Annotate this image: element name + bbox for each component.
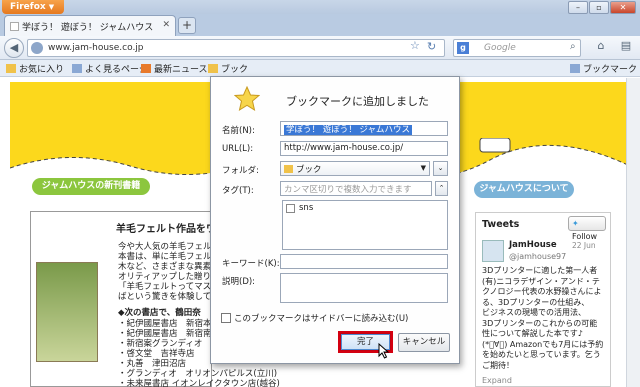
tab-close-icon[interactable]: ✕ [162,20,170,30]
sidebar-checkbox-label[interactable]: このブックマークはサイドバーに読み込む(U) [234,312,408,324]
tags-label: タグ(T): [222,186,254,196]
chevron-down-icon: ▼ [48,3,55,11]
tweet-line: 性について解説した本です♪ [482,329,583,338]
follow-button[interactable]: ✦ Follow [568,216,606,241]
chevron-up-icon: ⌃ [438,184,445,192]
url-label: URL(L): [222,144,254,154]
favicon-icon [10,22,19,31]
bookmark-label: よく見るページ [85,65,148,75]
bookmarks-menu-button[interactable]: ブックマーク [570,62,637,75]
site-identity-icon[interactable] [31,42,43,54]
firefox-menu-button[interactable]: Firefox ▼ [2,0,64,14]
address-bar-url: www.jam-house.co.jp [48,43,144,53]
twitter-bird-icon: ✦ [572,219,579,228]
address-bar[interactable]: www.jam-house.co.jp [27,39,445,57]
tweet-line: ビジネスの現場での活用法、 [482,308,586,317]
folder-label: フォルダ: [222,166,259,176]
window-close-button[interactable]: ✕ [610,1,636,14]
new-tab-button[interactable]: + [178,17,196,34]
bookmark-star-icon [234,86,260,112]
tweets-heading: Tweets [482,219,520,230]
bookmark-label: ブック [221,65,249,75]
chevron-down-icon: ▼ [420,164,426,172]
folder-icon [208,64,218,73]
tweet-body: 3Dプリンターに適した第一人者 (有)ニコラデザイン・アンド・テ クノロジー代表… [482,266,606,371]
folder-select-value: ブック [296,165,322,175]
maximize-button[interactable]: ▫ [589,1,609,14]
tweet-line: クノロジー代表の水野操さんによ [482,287,602,296]
folder-icon [284,165,293,173]
book-cover-image[interactable] [36,262,98,362]
back-button[interactable]: ◀ [4,38,24,58]
tweet-line: (*゚∀゚) Amazonでも7月には予約 [482,339,604,349]
bookmark-label: お気に入り [19,65,65,75]
dialog-title: ブックマークに追加しました [286,95,429,108]
browser-tab[interactable]: 学ぼう！ 遊ぼう！ ジャムハウス ✕ [4,15,176,36]
google-icon[interactable]: g [457,42,469,54]
reload-icon[interactable]: ↻ [427,40,436,53]
new-books-badge[interactable]: ジャムハウスの新刊書籍 [32,178,150,195]
home-icon[interactable]: ⌂ [592,39,610,57]
minimize-button[interactable]: – [568,1,588,14]
bookmark-label: ブックマーク [583,65,638,75]
bookmark-star-icon[interactable]: ☆ [410,39,420,52]
tag-option-label[interactable]: sns [299,203,313,213]
mouse-cursor-icon [378,343,390,359]
bookmarks-menu-icon[interactable]: ▤ [617,39,635,57]
sidebar-checkbox[interactable] [221,313,231,323]
tags-expand-button[interactable]: ⌃ [435,181,448,196]
url-field-value: http://www.jam-house.co.jp/ [284,143,404,153]
firefox-menu-label: Firefox [10,2,46,12]
folder-expand-button[interactable]: ⌄ [433,161,448,176]
tweet-line: 3Dプリンターのこれからの可能 [482,318,598,328]
bookmark-item-favorites[interactable]: お気に入り [6,62,64,75]
tweet-line: ご期待！ [482,360,514,370]
description-label: 説明(D): [222,277,256,287]
cancel-button[interactable]: キャンセル [398,333,450,352]
page-scrollbar[interactable] [626,78,640,387]
folder-select[interactable]: ブック ▼ [280,161,430,176]
chevron-down-icon: ⌄ [437,164,444,172]
follow-label: Follow [572,232,598,241]
bookmark-item-book[interactable]: ブック [208,62,248,75]
search-input[interactable]: Google [453,39,581,57]
book-text-line: ばという驚きを体験してく [118,292,220,302]
about-badge[interactable]: ジャムハウスについて [474,181,574,198]
tab-title: 学ぼう！ 遊ぼう！ ジャムハウス [22,23,154,33]
tweet-user-handle[interactable]: @jamhouse97 [509,252,566,261]
search-icon[interactable]: ⌕ [570,41,576,52]
description-field[interactable] [280,273,448,303]
bookmark-label: 最新ニュース [154,65,208,75]
tweet-user-name[interactable]: JamHouse [509,240,557,250]
url-field[interactable]: http://www.jam-house.co.jp/ [280,141,448,156]
gear-icon [72,64,82,73]
bookmark-item-news[interactable]: 最新ニュース [141,62,208,75]
rss-icon [141,64,151,73]
tweet-line: 3Dプリンターに適した第一人者 [482,266,598,275]
tweet-line: る、3Dプリンターの仕組み、 [482,297,590,307]
avatar[interactable] [482,240,504,262]
tags-placeholder: カンマ区切りで複数入力できます [284,185,412,195]
bookmarks-icon [570,64,580,73]
back-arrow-icon: ◀ [9,41,19,54]
name-label: 名前(N): [222,126,255,136]
store-item: ・未来屋書店 イオンレイクタウン店(越谷) [118,379,280,387]
bookmark-item-most-visited[interactable]: よく見るページ [72,62,148,75]
tags-field[interactable]: カンマ区切りで複数入力できます [280,181,432,196]
tag-checkbox[interactable] [286,204,295,213]
search-placeholder: Google [484,43,516,53]
keyword-field[interactable] [280,254,448,269]
tweet-date[interactable]: 22 Jun [572,241,596,250]
tweet-expand-link[interactable]: Expand [482,376,512,385]
keyword-label: キーワード(K): [222,259,280,269]
name-field[interactable]: 学ぼう！ 遊ぼう！ ジャムハウス [280,121,448,136]
tweet-line: を始めたいと思っています。乞う [482,350,601,359]
folder-icon [6,64,16,73]
tweet-line: (有)ニコラデザイン・アンド・テ [482,276,600,286]
name-field-value: 学ぼう！ 遊ぼう！ ジャムハウス [284,125,412,135]
